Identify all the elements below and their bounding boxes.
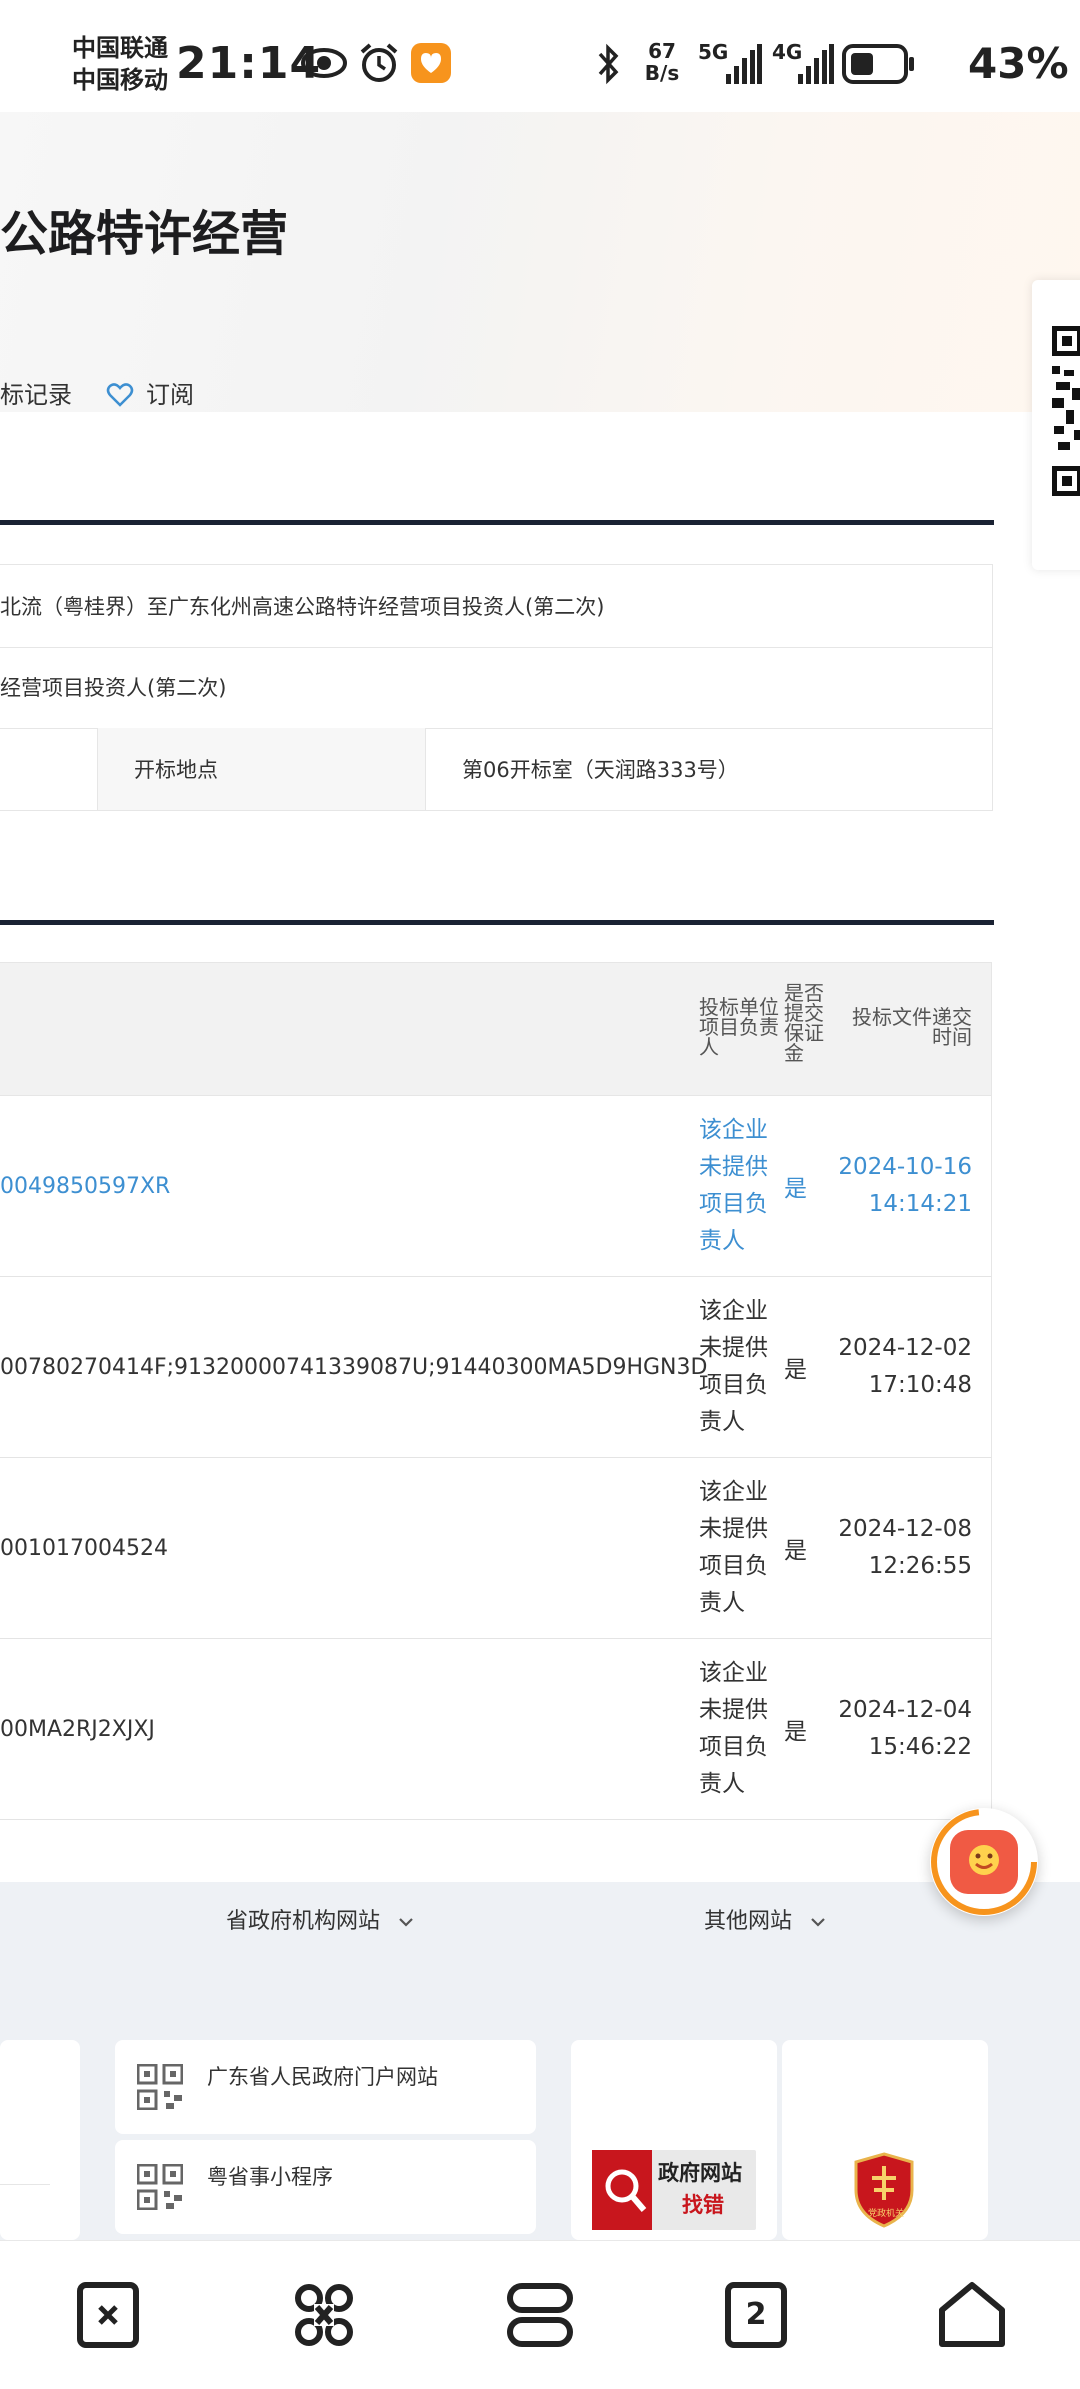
- battery-percent: 43%: [968, 39, 1069, 88]
- info-row-project: 北流（粤桂界）至广东化州高速公路特许经营项目投资人(第二次): [0, 564, 993, 648]
- home-button[interactable]: [932, 2280, 1012, 2350]
- signal-bars-icon: [726, 44, 762, 84]
- network-speed-value: 67: [648, 39, 676, 63]
- bidder-code: 00MA2RJ2XJXJ: [0, 1716, 155, 1742]
- party-gov-card[interactable]: 党政机关: [782, 2040, 988, 2240]
- bidder-deposit: 是: [784, 1357, 807, 1383]
- subscribe-label: 订阅: [146, 381, 194, 409]
- report-error-sub: 找错: [682, 2193, 724, 2217]
- page-title: 公路特许经营: [0, 206, 289, 262]
- app-notification-icon: [411, 43, 451, 83]
- signal-bars-icon: [798, 44, 834, 84]
- carrier-2: 中国移动: [72, 66, 168, 94]
- header-time: 投标文件递交时间: [852, 1005, 972, 1049]
- chevron-down-icon: [811, 1918, 825, 1927]
- assistant-icon: [931, 1809, 1037, 1915]
- info-row-location: 开标地点 第06开标室（天润路333号）: [0, 728, 993, 811]
- bidder-deposit: 是: [784, 1538, 807, 1564]
- bidder-time: 2024-12-08 12:26:55: [838, 1516, 972, 1579]
- eye-icon: [301, 48, 347, 78]
- info-row-section: 经营项目投资人(第二次): [0, 646, 993, 729]
- other-sites-label: 其他网站: [704, 1909, 793, 1934]
- card-divider: [0, 2184, 50, 2185]
- bidder-lead: 该企业未提供项目负责人: [699, 1298, 768, 1435]
- gov-portal-link[interactable]: 广东省人民政府门户网站: [115, 2040, 536, 2134]
- other-sites-dropdown[interactable]: 其他网站: [704, 1905, 826, 1939]
- heart-icon: [106, 383, 134, 407]
- bid-record-label: 标记录: [0, 381, 72, 409]
- tabs-button[interactable]: 2: [716, 2280, 796, 2350]
- bluetooth-icon: [598, 43, 619, 85]
- bidder-time: 2024-12-02 17:10:48: [838, 1335, 972, 1398]
- carrier-labels: 中国联通 中国移动: [72, 32, 168, 96]
- table-row[interactable]: 0049850597XR 该企业未提供项目负责人 是 2024-10-16 14…: [0, 1096, 992, 1277]
- close-icon: [77, 2282, 139, 2348]
- section-name: 经营项目投资人(第二次): [0, 676, 227, 700]
- battery-icon: [842, 44, 914, 84]
- report-error-badge[interactable]: 政府网站 找错: [592, 2150, 756, 2230]
- qr-code-icon: [137, 2164, 183, 2210]
- label-cell-empty: [0, 728, 98, 810]
- location-value: 第06开标室（天润路333号）: [462, 758, 739, 782]
- signal-5g-label: 5G: [698, 40, 729, 64]
- chevron-down-icon: [399, 1918, 413, 1927]
- network-speed-unit: B/s: [644, 61, 680, 85]
- bidder-lead: 该企业未提供项目负责人: [699, 1479, 768, 1616]
- bidder-code: 001017004524: [0, 1535, 168, 1561]
- project-name: 北流（粤桂界）至广东化州高速公路特许经营项目投资人(第二次): [0, 595, 605, 619]
- table-row[interactable]: 00MA2RJ2XJXJ 该企业未提供项目负责人 是 2024-12-04 15…: [0, 1639, 992, 1820]
- stack-icon: [507, 2283, 573, 2347]
- gov-sites-dropdown[interactable]: 省政府机构网站: [226, 1905, 414, 1939]
- report-error-title: 政府网站: [658, 2161, 742, 2185]
- bidder-code[interactable]: 0049850597XR: [0, 1096, 170, 1276]
- home-icon: [939, 2282, 1005, 2347]
- qr-code-panel[interactable]: [1032, 280, 1080, 570]
- menu-button[interactable]: [284, 2280, 364, 2350]
- bidder-deposit: 是: [784, 1176, 807, 1202]
- bidder-lead: 该企业未提供项目负责人: [699, 1660, 768, 1797]
- tabs-count: 2: [745, 2297, 767, 2332]
- network-speed: 67 B/s: [640, 40, 684, 84]
- alarm-icon: [360, 43, 398, 82]
- party-gov-label: 党政机关: [867, 2209, 904, 2219]
- gov-sites-label: 省政府机构网站: [226, 1909, 381, 1934]
- assistant-float-button[interactable]: [930, 1808, 1038, 1916]
- bidder-time: 2024-12-04 15:46:22: [838, 1697, 972, 1760]
- bidder-time: 2024-10-16 14:14:21: [838, 1154, 972, 1217]
- section-divider: [0, 520, 994, 525]
- header-lead: 投标单位项目负责人: [699, 995, 779, 1059]
- qr-code-icon: [1052, 326, 1080, 496]
- bidder-deposit: 是: [784, 1719, 807, 1745]
- close-page-button[interactable]: [68, 2280, 148, 2350]
- bidder-lead[interactable]: 该企业未提供项目负责人: [699, 1096, 777, 1276]
- bid-record-link[interactable]: 标记录: [0, 378, 72, 412]
- section-divider: [0, 920, 994, 925]
- toolbox-button[interactable]: [500, 2280, 580, 2350]
- table-row[interactable]: 001017004524 该企业未提供项目负责人 是 2024-12-08 12…: [0, 1458, 992, 1639]
- footer-card-left: [0, 2040, 80, 2240]
- qr-code-icon: [137, 2064, 183, 2110]
- table-row[interactable]: 00780270414F;91320000741339087U;91440300…: [0, 1277, 992, 1458]
- command-icon: [295, 2284, 353, 2346]
- report-error-card[interactable]: 政府网站 找错: [571, 2040, 777, 2240]
- bidder-table-header: 投标单位项目负责人 是否提交保证金 投标文件递交时间: [0, 962, 992, 1096]
- subscribe-button[interactable]: 订阅: [106, 378, 194, 412]
- carrier-1: 中国联通: [72, 34, 168, 62]
- mini-program-link[interactable]: 粤省事小程序: [115, 2140, 536, 2234]
- mini-program-label: 粤省事小程序: [207, 2165, 333, 2189]
- magnifier-icon: [592, 2150, 652, 2230]
- gov-portal-label: 广东省人民政府门户网站: [207, 2065, 438, 2089]
- header-deposit: 是否提交保证金: [784, 981, 824, 1065]
- location-label: 开标地点: [98, 728, 426, 810]
- bidder-code: 00780270414F;91320000741339087U;91440300…: [0, 1354, 708, 1380]
